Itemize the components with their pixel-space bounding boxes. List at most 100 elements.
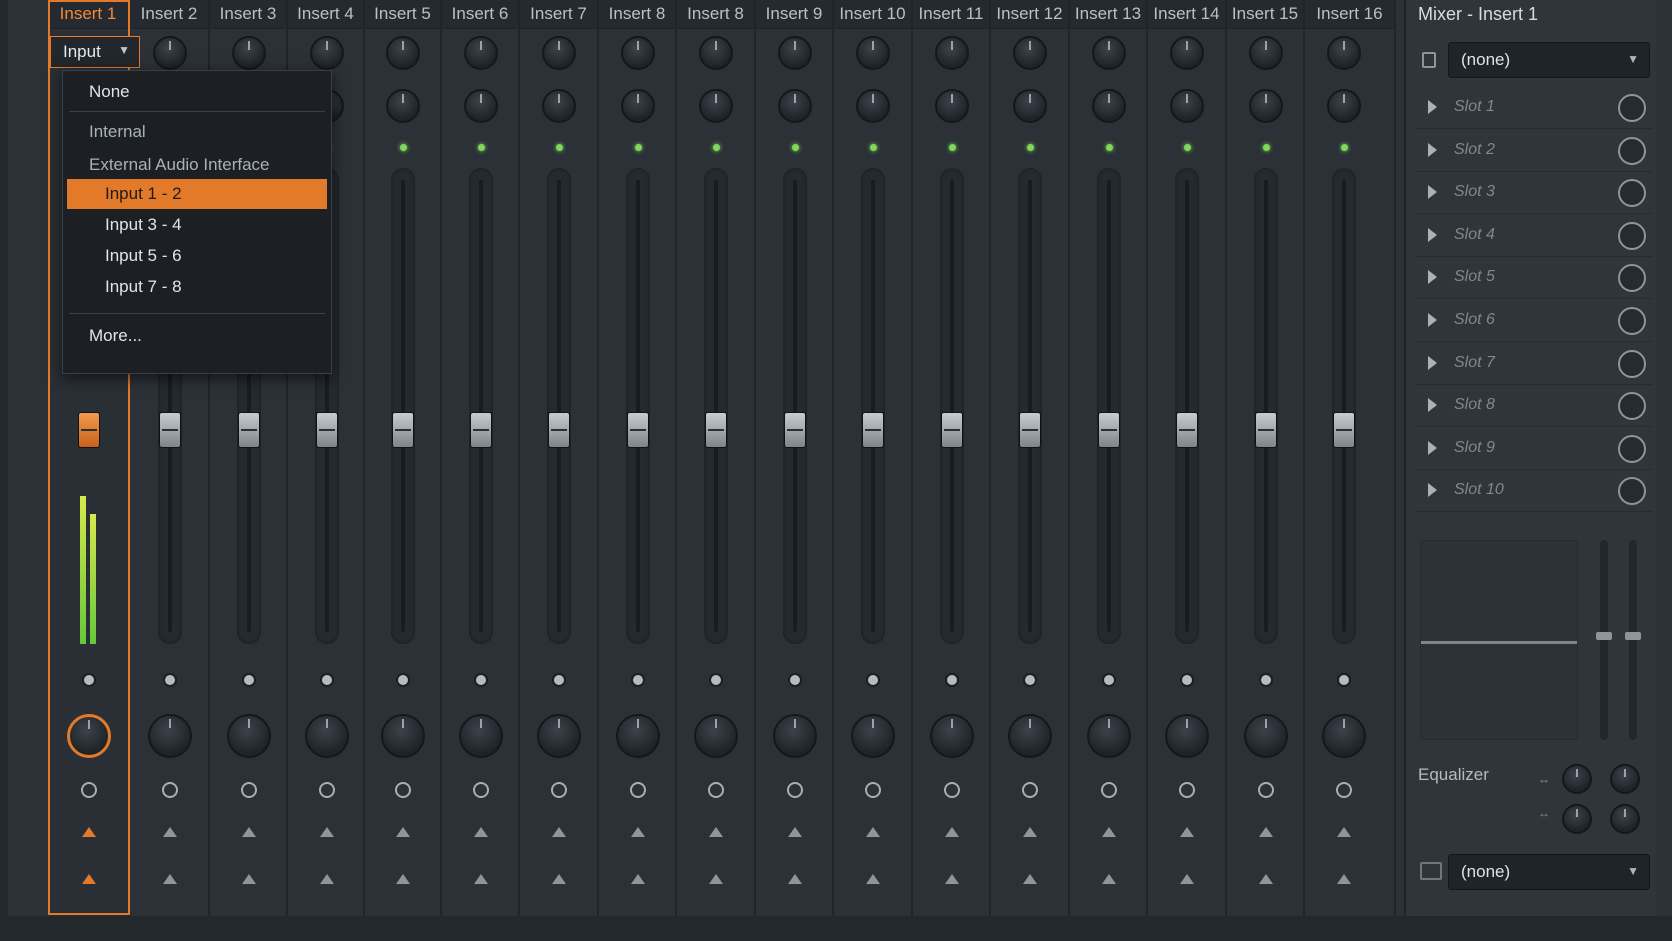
strip-header[interactable]: Insert 6 [442, 0, 518, 29]
volume-fader-track[interactable] [626, 168, 650, 644]
route-dot[interactable] [945, 673, 959, 687]
slot-enable-switch[interactable] [1618, 179, 1646, 208]
send-toggle[interactable] [630, 782, 646, 798]
route-dot[interactable] [631, 673, 645, 687]
gain-knob[interactable] [699, 89, 733, 123]
input-knob[interactable] [856, 36, 890, 70]
slot-enable-switch[interactable] [1618, 307, 1646, 335]
volume-fader-handle[interactable] [316, 412, 338, 448]
gain-knob[interactable] [542, 89, 576, 123]
pan-knob[interactable] [1244, 714, 1288, 758]
send-arrow-icon[interactable] [320, 874, 334, 884]
send-arrow-icon[interactable] [631, 874, 645, 884]
slot-enable-switch[interactable] [1618, 136, 1646, 165]
input-knob[interactable] [1327, 36, 1361, 70]
expand-arrow-icon[interactable] [1428, 313, 1437, 327]
input-knob[interactable] [1013, 36, 1047, 70]
effect-slot[interactable]: Slot 7 [1416, 344, 1652, 385]
volume-fader-handle[interactable] [1176, 412, 1198, 448]
send-toggle[interactable] [395, 782, 411, 798]
route-dot[interactable] [709, 673, 723, 687]
menu-item-input-1-2[interactable]: Input 1 - 2 [67, 179, 327, 209]
eq-knob-2[interactable] [1610, 764, 1640, 794]
send-arrow-icon[interactable] [163, 827, 177, 837]
menu-item-more[interactable]: More... [63, 321, 331, 351]
expand-arrow-icon[interactable] [1428, 227, 1437, 242]
volume-fader-handle[interactable] [1098, 412, 1120, 448]
send-toggle[interactable] [1258, 782, 1274, 798]
send-arrow-icon[interactable] [1023, 827, 1037, 837]
strip-header[interactable]: Insert 4 [288, 0, 363, 29]
mixer-strip[interactable]: Insert 10 [834, 0, 913, 916]
output-icon[interactable] [1420, 862, 1442, 880]
send-toggle[interactable] [1101, 782, 1117, 798]
send-arrow-icon[interactable] [242, 874, 256, 884]
volume-fader-track[interactable] [391, 168, 415, 644]
route-dot[interactable] [1180, 673, 1194, 687]
send-arrow-icon[interactable] [1102, 827, 1116, 837]
volume-fader-handle[interactable] [705, 412, 727, 448]
effect-slot[interactable]: Slot 6 [1416, 301, 1652, 342]
send-arrow-icon[interactable] [82, 827, 96, 837]
route-dot[interactable] [866, 673, 880, 687]
input-knob[interactable] [542, 36, 576, 70]
route-dot[interactable] [788, 673, 802, 687]
input-knob[interactable] [232, 36, 266, 70]
gain-knob[interactable] [1170, 89, 1204, 123]
pan-knob[interactable] [1165, 714, 1209, 758]
pan-knob[interactable] [305, 714, 349, 758]
menu-item-input-5-6[interactable]: Input 5 - 6 [63, 241, 331, 271]
pan-knob[interactable] [851, 714, 895, 758]
pan-knob[interactable] [694, 714, 738, 758]
volume-fader-track[interactable] [1332, 168, 1356, 644]
expand-arrow-icon[interactable] [1428, 483, 1437, 498]
eq-graph[interactable] [1420, 540, 1578, 740]
expand-arrow-icon[interactable] [1428, 355, 1437, 370]
volume-fader-track[interactable] [1018, 168, 1042, 644]
volume-fader-track[interactable] [1097, 168, 1121, 644]
route-dot[interactable] [1337, 673, 1351, 687]
input-knob[interactable] [464, 36, 498, 70]
menu-item-input-7-8[interactable]: Input 7 - 8 [63, 272, 331, 302]
strip-header[interactable]: Insert 9 [756, 0, 832, 29]
slot-enable-switch[interactable] [1618, 264, 1646, 293]
slot-enable-switch[interactable] [1618, 434, 1646, 463]
send-arrow-icon[interactable] [82, 874, 96, 884]
menu-item-input-3-4[interactable]: Input 3 - 4 [63, 210, 331, 240]
gain-knob[interactable] [386, 89, 420, 123]
send-arrow-icon[interactable] [1259, 874, 1273, 884]
send-toggle[interactable] [473, 782, 489, 798]
gain-knob[interactable] [1013, 89, 1047, 123]
route-dot[interactable] [1023, 673, 1037, 687]
bottom-output-select[interactable]: (none) ▼ [1448, 854, 1650, 890]
mixer-strip[interactable]: Insert 12 [991, 0, 1070, 916]
volume-fader-handle[interactable] [941, 412, 963, 448]
gain-knob[interactable] [1327, 89, 1361, 123]
route-dot[interactable] [1259, 673, 1273, 687]
strip-header[interactable]: Insert 14 [1148, 0, 1225, 29]
send-arrow-icon[interactable] [788, 827, 802, 837]
effect-slot[interactable]: Slot 9 [1416, 429, 1652, 470]
expand-arrow-icon[interactable] [1428, 142, 1437, 157]
send-toggle[interactable] [1336, 782, 1352, 798]
volume-fader-handle[interactable] [548, 412, 570, 448]
slider-handle[interactable] [1625, 632, 1641, 640]
mixer-strip[interactable]: Insert 13 [1070, 0, 1148, 916]
slot-enable-switch[interactable] [1618, 392, 1646, 421]
volume-fader-track[interactable] [704, 168, 728, 644]
send-arrow-icon[interactable] [320, 827, 334, 837]
effect-slot[interactable]: Slot 1 [1416, 88, 1652, 129]
input-knob[interactable] [1170, 36, 1204, 70]
expand-arrow-icon[interactable] [1428, 440, 1437, 455]
send-arrow-icon[interactable] [1337, 827, 1351, 837]
input-knob[interactable] [778, 36, 812, 70]
mixer-strip[interactable]: Insert 8 [599, 0, 677, 916]
send-arrow-icon[interactable] [474, 874, 488, 884]
strip-header[interactable]: Insert 2 [130, 0, 208, 29]
pan-knob[interactable] [930, 714, 974, 758]
send-arrow-icon[interactable] [163, 874, 177, 884]
volume-fader-handle[interactable] [392, 412, 414, 448]
route-dot[interactable] [1102, 673, 1116, 687]
effect-slot[interactable]: Slot 3 [1416, 173, 1652, 215]
input-knob[interactable] [699, 36, 733, 70]
